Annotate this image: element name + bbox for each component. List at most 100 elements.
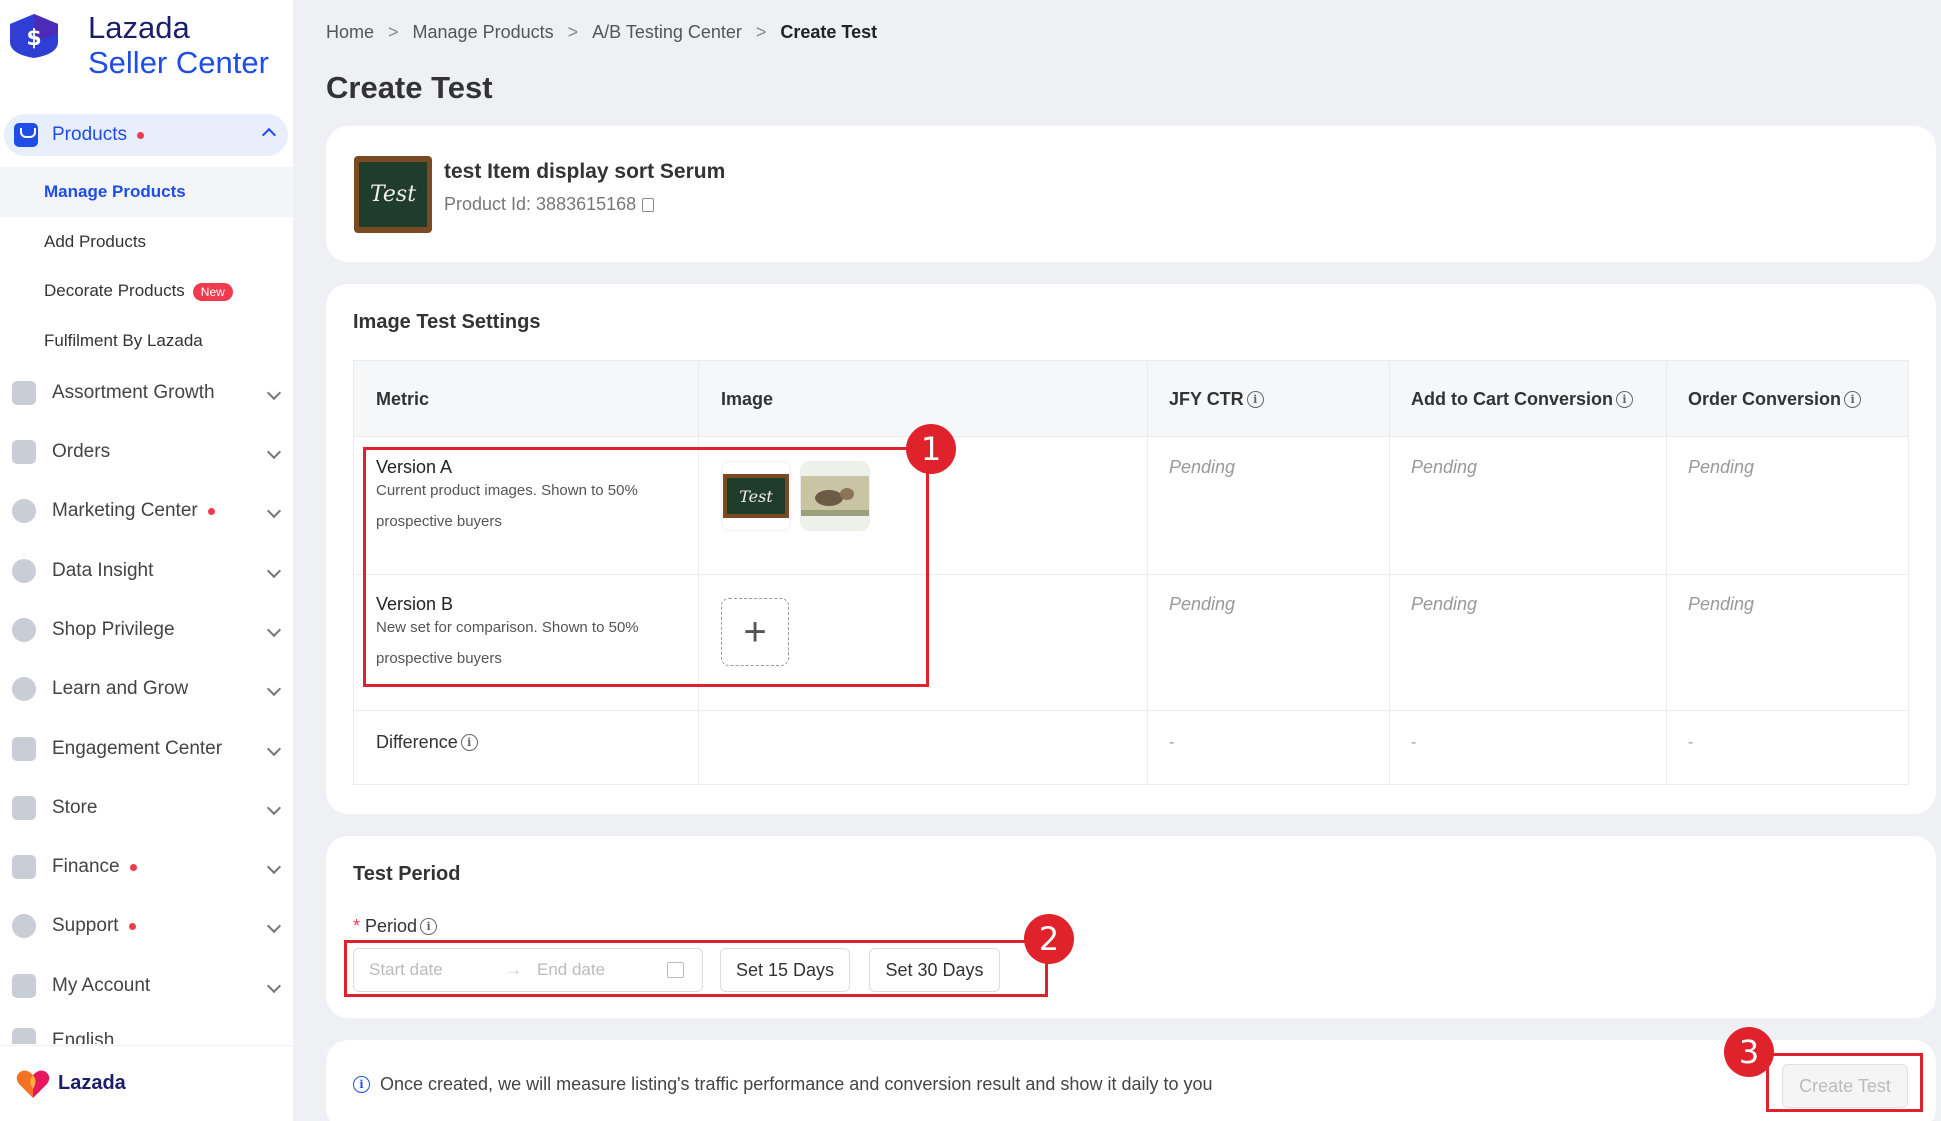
sidebar-item-learn-and-grow[interactable]: Learn and Grow [0,669,293,709]
lazada-logo[interactable]: $ Lazada Seller Center [6,12,269,78]
notification-dot [136,131,144,139]
product-id-text: Product Id: 3883615168 [444,194,637,214]
breadcrumb-separator-icon: > [388,22,399,42]
column-header-jfy-ctr: JFY CTR i [1169,389,1264,410]
chevron-up-icon[interactable] [261,127,277,143]
sidebar-item-label: My Account [52,975,151,996]
brand-subtitle: Seller Center [88,45,269,80]
chevron-down-icon [266,444,282,460]
help-icon [12,914,36,938]
annotation-badge-3: 3 [1724,1027,1774,1077]
header-label: Metric [376,389,430,409]
chart-icon [12,381,36,405]
sidebar-item-label: Store [52,797,98,818]
footer-brand-name: Lazada [58,1072,126,1094]
chevron-down-icon [266,978,282,994]
data-icon [12,559,36,583]
sidebar-subitem-manage-products[interactable]: Manage Products [44,182,186,202]
annotation-badge-1: 1 [906,424,956,474]
version-a-jfy-ctr: Pending [1169,457,1236,477]
footer-info-text: Once created, we will measure listing's … [380,1074,1213,1094]
breadcrumb-ab-testing[interactable]: A/B Testing Center [592,22,742,43]
sidebar-item-engagement-center[interactable]: Engagement Center [0,729,293,769]
column-header-metric: Metric [376,389,429,410]
sidebar-item-label: Support [52,915,119,936]
difference-add-to-cart: - [1411,734,1417,751]
version-b-add-to-cart: Pending [1411,594,1478,614]
new-badge: New [192,282,233,301]
header-label: JFY CTR [1169,389,1244,409]
breadcrumb-separator-icon: > [567,22,579,42]
difference-jfy-ctr: - [1169,734,1175,751]
sidebar-item-finance[interactable]: Finance [0,847,293,887]
sidebar-item-my-account[interactable]: My Account [0,966,293,1006]
sidebar-item-shop-privilege[interactable]: Shop Privilege [0,610,293,650]
breadcrumb-separator-icon: > [755,22,767,42]
notification-dot [207,507,215,515]
sidebar-item-store[interactable]: Store [0,788,293,828]
annotation-box-1 [363,447,929,687]
product-name: test Item display sort Serum [444,160,726,183]
sidebar-item-assortment-growth[interactable]: Assortment Growth [0,373,293,413]
chevron-down-icon [266,800,282,816]
footer-info: i Once created, we will measure listing'… [353,1074,1213,1095]
period-label-text: Period [365,916,418,936]
column-header-add-to-cart: Add to Cart Conversion i [1411,389,1634,410]
info-icon[interactable]: i [420,918,438,935]
column-header-order-conversion: Order Conversion i [1688,389,1862,410]
info-icon: i [353,1076,370,1093]
thumbnail-chalk-text: Test [370,182,416,207]
sidebar-item-marketing-center[interactable]: Marketing Center [0,491,293,531]
breadcrumb-home[interactable]: Home [326,22,374,43]
page-title: Create Test [326,70,493,105]
sidebar-item-products[interactable]: Products [4,114,288,156]
sidebar-item-label: Learn and Grow [52,678,189,699]
chevron-down-icon [266,741,282,757]
chevron-down-icon [266,918,282,934]
chevron-down-icon [266,622,282,638]
sidebar-subitem-label: Decorate Products [44,281,185,300]
product-thumbnail[interactable]: Test [354,156,432,233]
sidebar-item-label: Assortment Growth [52,382,215,403]
header-label: Add to Cart Conversion [1411,389,1614,409]
sidebar-item-data-insight[interactable]: Data Insight [0,551,293,591]
sidebar-subitem-fulfilment[interactable]: Fulfilment By Lazada [44,331,203,351]
sidebar-item-label: Orders [52,441,111,462]
sidebar-item-orders[interactable]: Orders [0,432,293,472]
sidebar: $ Lazada Seller Center Products Manage P… [0,0,293,1121]
annotation-box-3 [1766,1053,1923,1112]
sidebar-item-label: Marketing Center [52,500,198,521]
table-header [354,361,1908,437]
user-icon [12,974,36,998]
dollar-icon [12,618,36,642]
info-icon[interactable]: i [460,734,478,751]
sidebar-subitem-decorate-products[interactable]: Decorate Products New [44,281,233,301]
annotation-box-2 [344,940,1048,997]
footer-action-bar: i Once created, we will measure listing'… [326,1040,1936,1121]
marketing-icon [12,499,36,523]
chevron-down-icon [266,563,282,579]
sidebar-item-label: Data Insight [52,560,154,581]
notification-dot [128,922,136,930]
sidebar-item-language[interactable]: English [0,1024,293,1044]
copy-icon[interactable] [642,198,655,213]
breadcrumb-manage-products[interactable]: Manage Products [413,22,554,43]
column-header-image: Image [721,389,773,410]
notification-dot [129,863,137,871]
products-bag-icon [14,123,38,147]
language-icon [12,1028,36,1044]
info-icon[interactable]: i [1246,391,1264,408]
info-icon[interactable]: i [1844,391,1862,408]
sidebar-item-label: Shop Privilege [52,619,175,640]
version-b-order-conversion: Pending [1688,594,1755,614]
section-title: Image Test Settings [353,311,541,333]
engagement-icon [12,737,36,761]
difference-text: Difference [376,732,458,752]
version-a-order-conversion: Pending [1688,457,1755,477]
chevron-down-icon [266,385,282,401]
sidebar-item-support[interactable]: Support [0,906,293,946]
info-icon[interactable]: i [1616,391,1634,408]
breadcrumb-current: Create Test [780,22,878,42]
learn-icon [12,677,36,701]
sidebar-subitem-add-products[interactable]: Add Products [44,232,146,252]
